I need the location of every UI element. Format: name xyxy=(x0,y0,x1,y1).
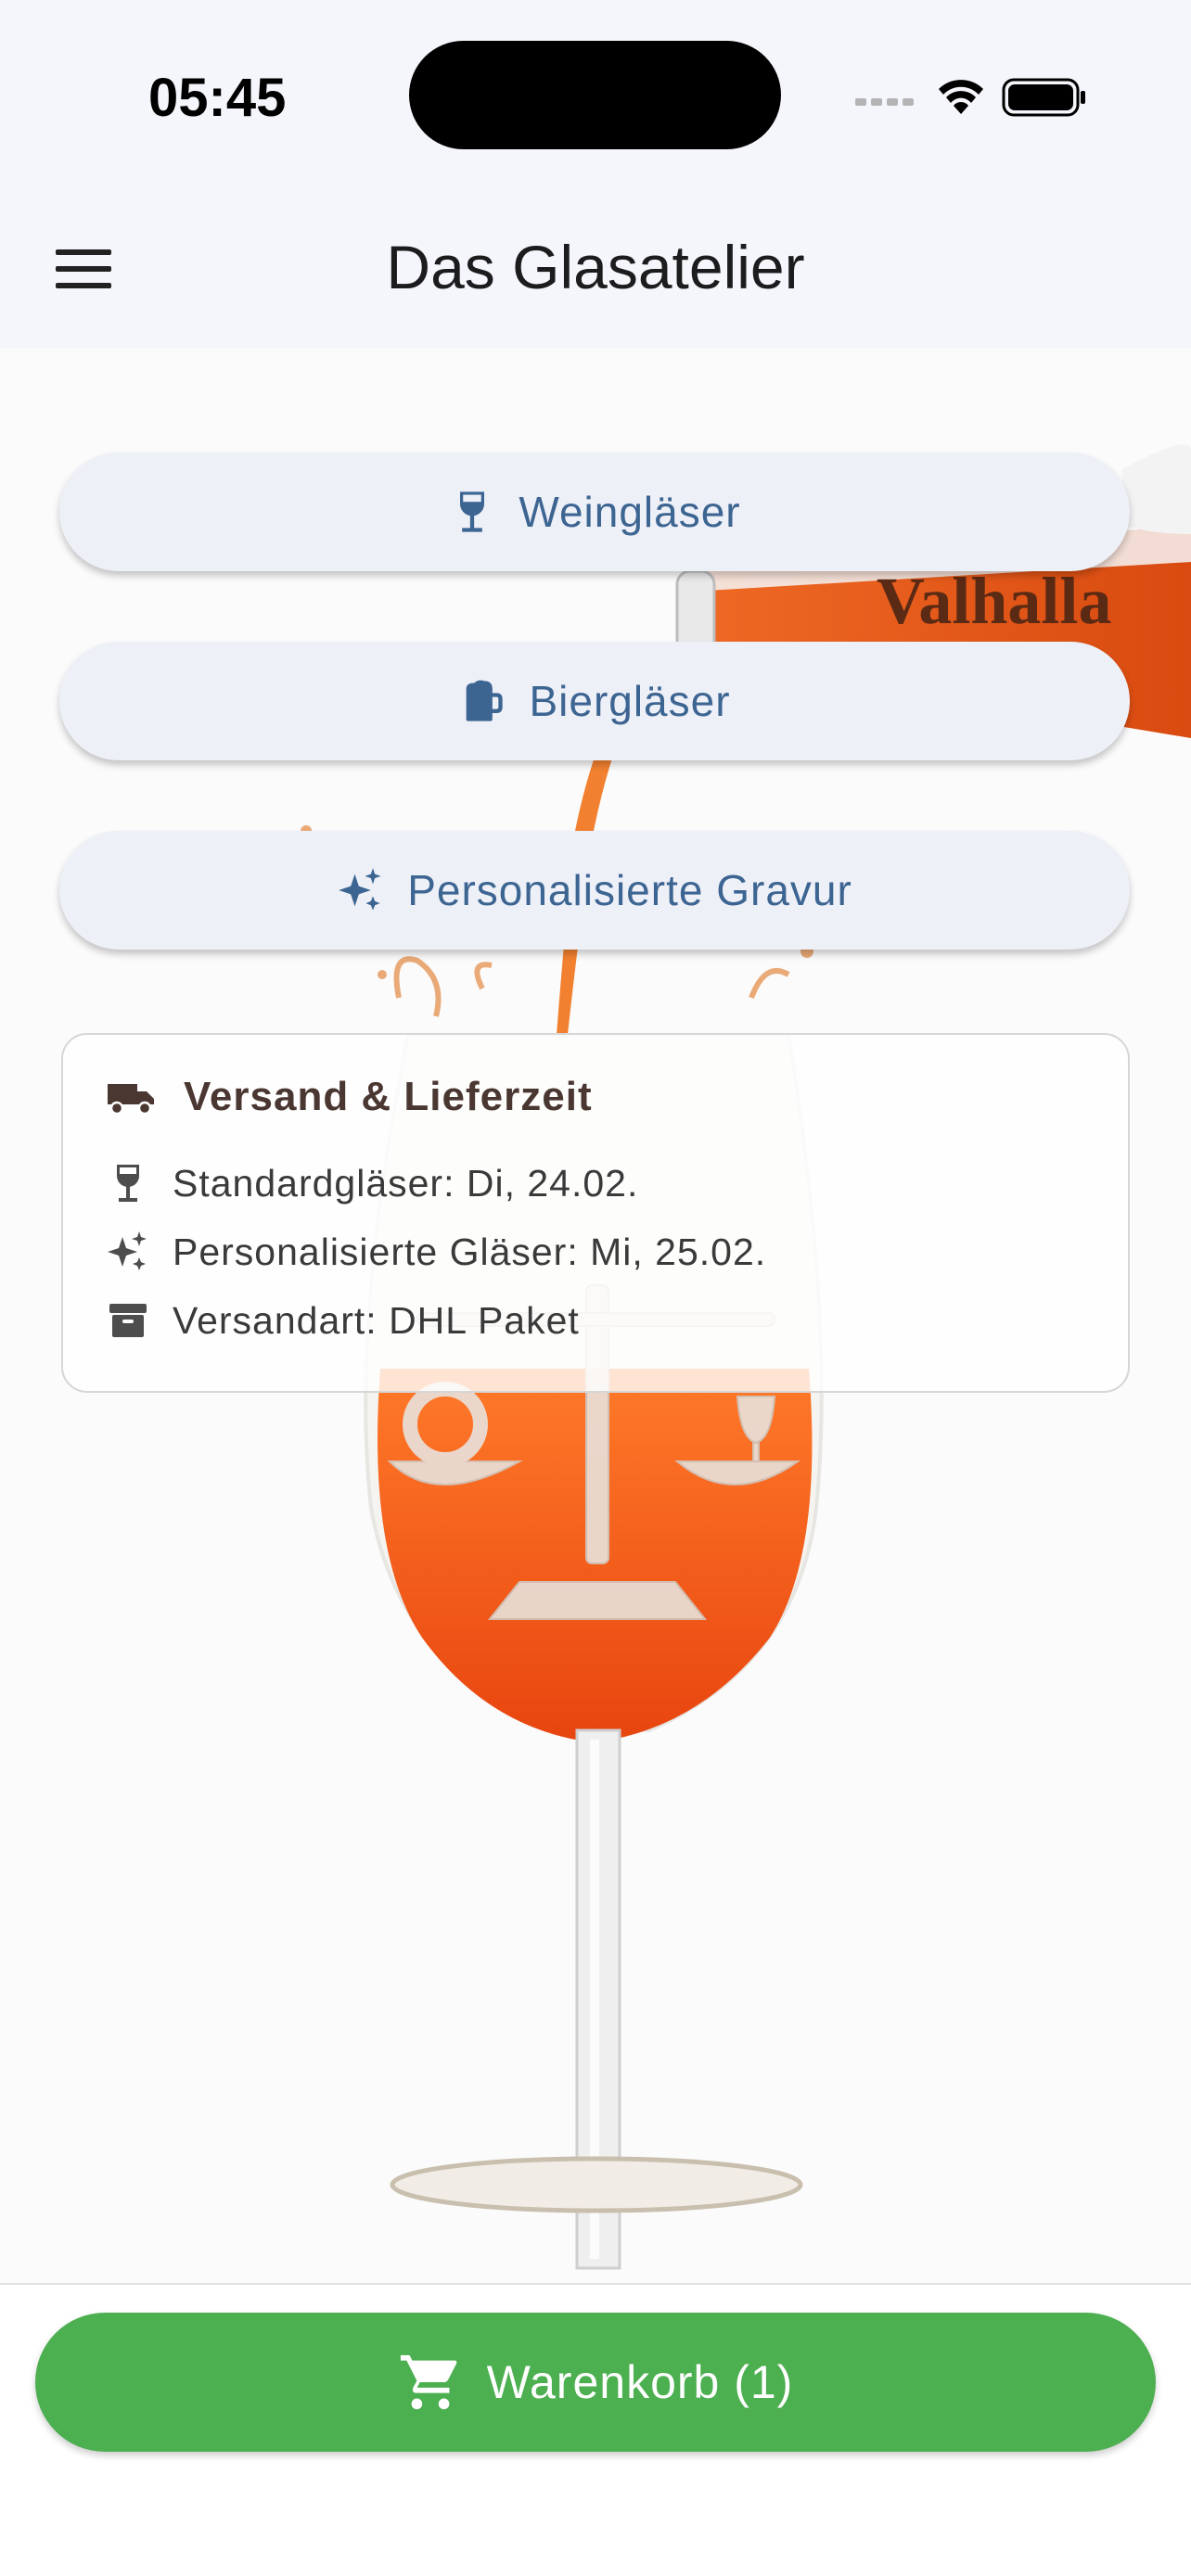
nav-button-label: Weingläser xyxy=(519,488,741,536)
status-icons xyxy=(855,78,1085,117)
shipping-row-method: Versandart: DHL Paket xyxy=(106,1298,580,1343)
bottom-bar: Warenkorb (1) xyxy=(0,2283,1191,2576)
nav-button-bierglaeser[interactable]: Biergläser xyxy=(59,642,1130,760)
battery-icon xyxy=(1002,78,1085,117)
nav-button-weinglaeser[interactable]: Weingläser xyxy=(59,453,1130,571)
shipping-row-standard: Standardgläser: Di, 24.02. xyxy=(106,1161,638,1205)
app-bar: Das Glasatelier xyxy=(0,185,1191,349)
signal-icon xyxy=(855,98,914,106)
archive-box-icon xyxy=(109,1304,147,1337)
sparkles-icon xyxy=(108,1231,147,1270)
shipping-row-personalized: Personalisierte Gläser: Mi, 25.02. xyxy=(106,1230,766,1274)
cart-button-label: Warenkorb (1) xyxy=(486,2356,794,2408)
wifi-icon xyxy=(939,80,983,114)
nav-button-label: Personalisierte Gravur xyxy=(407,866,852,914)
beer-mug-icon xyxy=(467,680,504,721)
truck-icon xyxy=(108,1084,154,1116)
status-bar: 05:45 xyxy=(0,0,1191,185)
status-time: 05:45 xyxy=(148,68,287,128)
dynamic-island xyxy=(409,41,781,149)
bottle-label: Valhalla xyxy=(877,564,1111,638)
main-content: Valhalla Weingläser Biergläser Personali… xyxy=(0,349,1191,2283)
shipping-card-title: Versand & Lieferzeit xyxy=(106,1074,593,1120)
shopping-cart-icon xyxy=(400,2354,456,2410)
page-title: Das Glasatelier xyxy=(386,233,805,301)
wine-glass-icon xyxy=(117,1165,139,1202)
nav-button-personalisierte-gravur[interactable]: Personalisierte Gravur xyxy=(59,831,1130,950)
sparkles-icon xyxy=(339,868,381,911)
wine-glass-icon xyxy=(460,491,485,532)
shipping-info-card: Versand & Lieferzeit Standardgläser: Di,… xyxy=(61,1033,1130,1393)
cart-button[interactable]: Warenkorb (1) xyxy=(35,2313,1156,2452)
nav-button-label: Biergläser xyxy=(529,677,731,725)
